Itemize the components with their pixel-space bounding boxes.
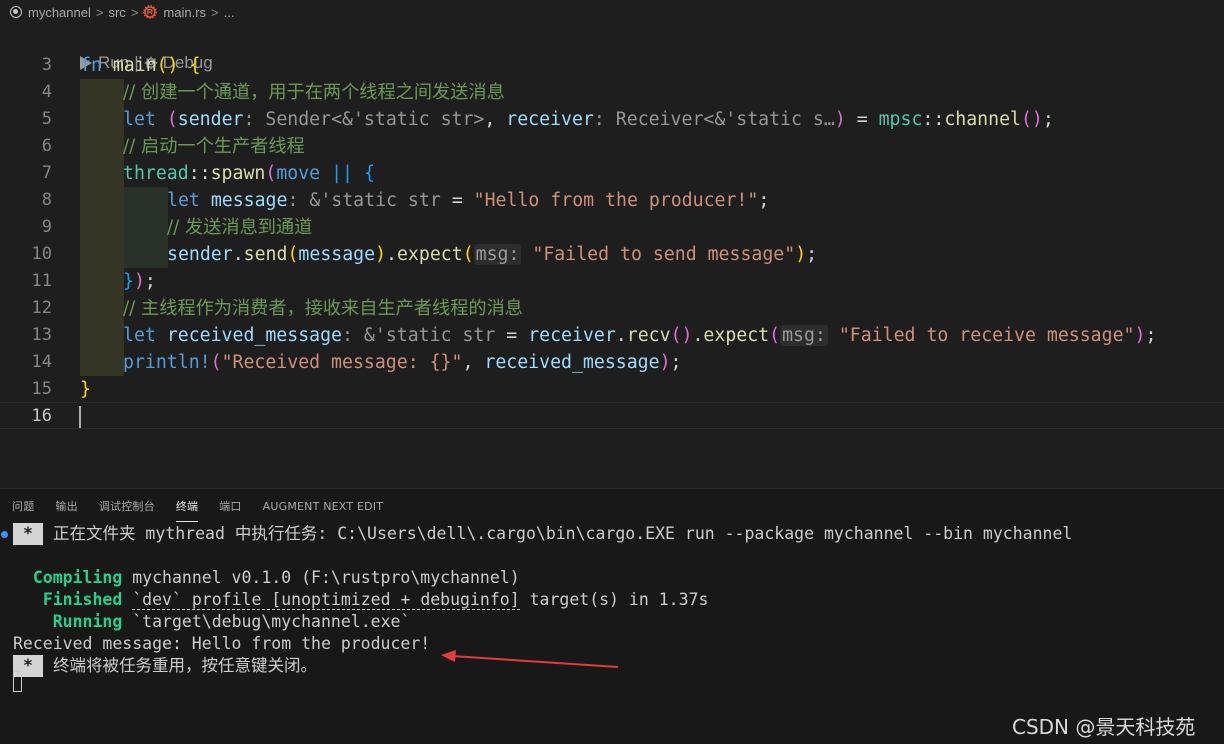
code-text: // 创建一个通道，用于在两个线程之间发送消息 bbox=[123, 82, 505, 103]
line-number: 13 bbox=[31, 325, 52, 345]
tab-problems[interactable]: 问题 bbox=[12, 498, 34, 514]
code-line: 13 let received_message: &'static str = … bbox=[0, 322, 1224, 349]
tab-debug-console[interactable]: 调试控制台 bbox=[99, 498, 155, 514]
code-line: 12 // 主线程作为消费者，接收来自生产者线程的消息 bbox=[0, 295, 1224, 322]
code-line: 10 sender.send(message).expect(msg: "Fai… bbox=[0, 241, 1224, 268]
breadcrumb-item-more[interactable]: ... bbox=[224, 5, 235, 20]
tab-augment-next-edit[interactable]: AUGMENT NEXT EDIT bbox=[263, 500, 384, 513]
inlay-type-hint: : &'static str bbox=[287, 190, 441, 211]
terminal-reuse-line: * 终端将被任务重用，按任意键关闭。 bbox=[13, 655, 317, 677]
code-text: let message: &'static str = "Hello from … bbox=[167, 190, 770, 211]
code-text: sender.send(message).expect(msg: "Failed… bbox=[167, 244, 818, 265]
code-line: 6 // 启动一个生产者线程 bbox=[0, 133, 1224, 160]
inlay-param-hint: msg: bbox=[780, 325, 828, 346]
code-line: 5 let (sender: Sender<&'static str>, rec… bbox=[0, 106, 1224, 133]
line-number: 12 bbox=[31, 298, 52, 318]
folder-target-icon bbox=[10, 6, 22, 18]
chevron-right-icon: > bbox=[95, 4, 104, 20]
tab-output[interactable]: 输出 bbox=[55, 498, 77, 514]
code-text: let received_message: &'static str = rec… bbox=[123, 325, 1157, 346]
code-line: 8 let message: &'static str = "Hello fro… bbox=[0, 187, 1224, 214]
chevron-right-icon: > bbox=[130, 4, 139, 20]
tab-terminal[interactable]: 终端 bbox=[175, 498, 199, 522]
task-star-badge: * bbox=[13, 523, 43, 545]
breadcrumb-item-src[interactable]: src bbox=[108, 5, 125, 20]
code-editor[interactable]: Run | Debug 3 fn main() { 4 // 创建一个通道，用于… bbox=[0, 24, 1224, 488]
line-number: 5 bbox=[41, 109, 52, 129]
code-text: // 发送消息到通道 bbox=[167, 217, 313, 238]
chevron-right-icon: > bbox=[211, 4, 219, 20]
line-number: 15 bbox=[31, 379, 52, 399]
terminal-task-line: * 正在文件夹 mythread 中执行任务: C:\Users\dell\.ca… bbox=[13, 523, 1072, 545]
terminal-finished-line: Finished `dev` profile [unoptimized + de… bbox=[42, 590, 709, 610]
line-number: 7 bbox=[41, 163, 52, 183]
code-text: thread::spawn(move || { bbox=[123, 163, 375, 184]
code-line: 7 thread::spawn(move || { bbox=[0, 160, 1224, 187]
breadcrumb-label-more: ... bbox=[223, 4, 235, 20]
line-number: 14 bbox=[31, 352, 52, 372]
terminal-link: `dev` profile [unoptimized + debuginfo] bbox=[132, 590, 520, 610]
terminal-output-line: Received message: Hello from the produce… bbox=[13, 634, 431, 653]
code-text: } bbox=[80, 379, 91, 400]
breadcrumb-label-src: src bbox=[108, 4, 126, 20]
panel-tabs: 问题 输出 调试控制台 终端 端口 AUGMENT NEXT EDIT bbox=[0, 489, 404, 523]
text-cursor bbox=[79, 406, 81, 428]
line-number: 11 bbox=[31, 271, 52, 291]
terminal-cursor bbox=[13, 671, 22, 692]
inlay-type-hint: : &'static str bbox=[342, 325, 496, 346]
current-code-line[interactable]: 16 bbox=[0, 402, 1224, 429]
code-text: // 主线程作为消费者，接收来自生产者线程的消息 bbox=[123, 298, 523, 319]
code-text: // 启动一个生产者线程 bbox=[123, 136, 305, 157]
code-text: }); bbox=[123, 271, 156, 292]
code-line: 14 println!("Received message: {}", rece… bbox=[0, 349, 1224, 376]
breadcrumb-label-main-rs: main.rs bbox=[163, 4, 207, 20]
rust-file-icon bbox=[143, 5, 158, 19]
breadcrumb-item-main-rs[interactable]: main.rs bbox=[143, 5, 206, 20]
breadcrumb-label-mychannel: mychannel bbox=[28, 4, 91, 20]
line-number: 3 bbox=[41, 55, 52, 75]
code-text: fn main() { bbox=[80, 55, 201, 76]
code-text: println!("Received message: {}", receive… bbox=[123, 352, 682, 373]
code-line: 11 }); bbox=[0, 268, 1224, 295]
inlay-type-hint: : Sender<&'static str> bbox=[243, 109, 485, 130]
bottom-panel: 问题 输出 调试控制台 终端 端口 AUGMENT NEXT EDIT * 正在文… bbox=[0, 488, 1224, 744]
breadcrumb-item-mychannel[interactable]: mychannel bbox=[10, 5, 91, 20]
code-line: 9 // 发送消息到通道 bbox=[0, 214, 1224, 241]
watermark: CSDN @景天科技苑 bbox=[1012, 715, 1196, 739]
command-decoration-icon[interactable] bbox=[1, 531, 8, 538]
terminal-compiling-line: Compiling mychannel v0.1.0 (F:\rustpro\m… bbox=[32, 568, 520, 587]
breadcrumb: mychannel > src > main.rs > ... bbox=[0, 0, 1224, 24]
terminal-running-line: Running `target\debug\mychannel.exe` bbox=[52, 612, 411, 631]
inlay-param-hint: msg: bbox=[473, 244, 522, 265]
line-number: 8 bbox=[41, 190, 52, 210]
code-text: let (sender: Sender<&'static str>, recei… bbox=[123, 109, 1054, 130]
line-number: 6 bbox=[41, 136, 52, 156]
line-number: 16 bbox=[31, 406, 52, 426]
code-line: 15 } bbox=[0, 376, 1224, 403]
tab-ports[interactable]: 端口 bbox=[219, 498, 241, 514]
code-line: 4 // 创建一个通道，用于在两个线程之间发送消息 bbox=[0, 79, 1224, 106]
line-number: 9 bbox=[41, 217, 52, 237]
inlay-type-hint: : Receiver<&'static s… bbox=[593, 109, 835, 130]
line-number: 10 bbox=[31, 244, 52, 264]
line-number: 4 bbox=[41, 82, 52, 102]
code-line: 3 fn main() { bbox=[0, 52, 1224, 79]
